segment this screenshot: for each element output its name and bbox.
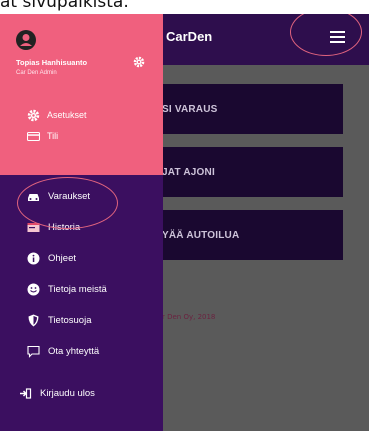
chat-icon xyxy=(27,345,40,358)
about-label: Tietoja meistä xyxy=(48,284,107,295)
profile-name: Topias Hanhisuanto xyxy=(16,58,88,67)
account-label: Tili xyxy=(47,131,59,141)
history-label: Historia xyxy=(48,222,81,233)
smile-icon xyxy=(27,283,40,296)
help-label: Ohjeet xyxy=(48,253,76,264)
bookings-label: Varaukset xyxy=(48,191,91,202)
side-drawer: Topias Hanhisuanto Car Den Admin Asetuks… xyxy=(0,14,163,431)
logout-label: Kirjaudu ulos xyxy=(40,388,95,399)
app-screen: CarDen SI VARAUS JAT AJONI YÄÄ AUTOILUA … xyxy=(0,14,369,431)
history-card-icon xyxy=(27,223,40,232)
settings-label: Asetukset xyxy=(47,110,87,120)
gear-icon[interactable] xyxy=(133,56,145,68)
avatar-icon xyxy=(16,30,36,50)
contact-label: Ota yhteyttä xyxy=(48,346,100,357)
copyright-text: r Den Oy, 2018 xyxy=(162,313,216,321)
current-rides-button[interactable]: JAT AJONI xyxy=(150,147,343,197)
gear-icon xyxy=(27,109,40,122)
profile-role: Car Den Admin xyxy=(16,70,57,76)
car-icon xyxy=(28,194,39,201)
shield-icon xyxy=(28,314,39,327)
continue-driving-button[interactable]: YÄÄ AUTOILUA xyxy=(150,210,343,260)
sign-out-icon xyxy=(20,388,32,399)
credit-card-icon xyxy=(27,131,40,142)
hamburger-menu-icon[interactable] xyxy=(330,30,346,44)
info-icon xyxy=(27,252,40,265)
profile-header: Topias Hanhisuanto Car Den Admin Asetuks… xyxy=(0,14,163,175)
brand-logo: CarDen xyxy=(166,29,213,44)
privacy-label: Tietosuoja xyxy=(48,315,92,326)
tutorial-caption: ät sivupalkista. xyxy=(0,0,369,14)
new-booking-button[interactable]: SI VARAUS xyxy=(150,84,343,134)
